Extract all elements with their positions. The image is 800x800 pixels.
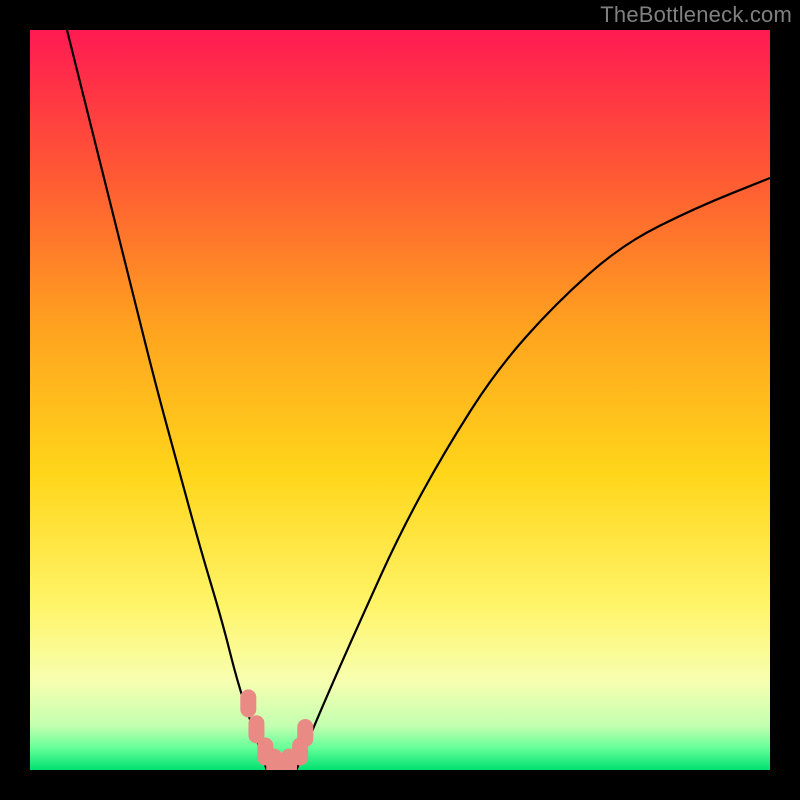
chart-frame: TheBottleneck.com [0,0,800,800]
bottleneck-plot [30,30,770,770]
watermark-text: TheBottleneck.com [600,2,792,28]
marker-3 [266,749,282,770]
marker-0 [240,689,256,717]
gradient-background [30,30,770,770]
marker-6 [297,719,313,747]
